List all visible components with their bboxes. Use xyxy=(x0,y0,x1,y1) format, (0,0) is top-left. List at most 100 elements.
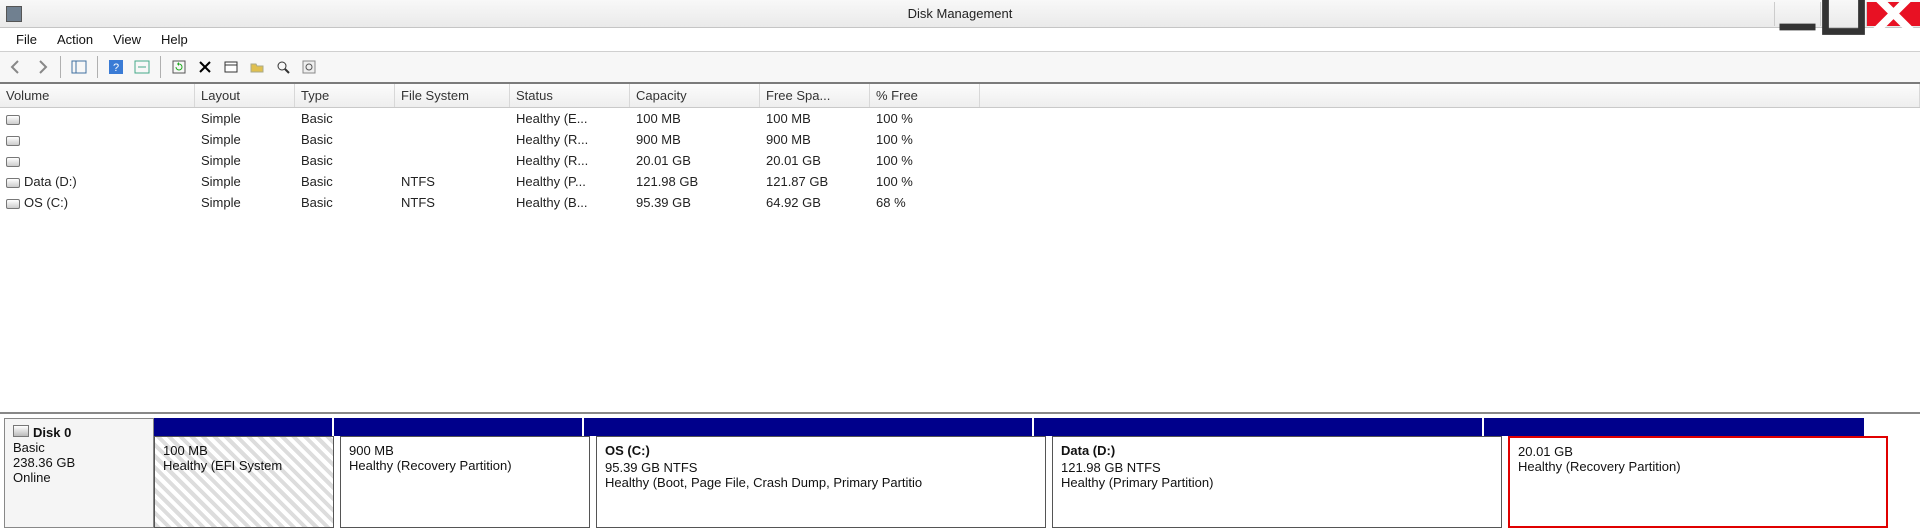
cell-type: Basic xyxy=(295,130,395,149)
col-volume[interactable]: Volume xyxy=(0,84,195,107)
forward-button[interactable] xyxy=(30,55,54,79)
col-capacity[interactable]: Capacity xyxy=(630,84,760,107)
disk-graphical-pane: Disk 0 Basic 238.36 GB Online 100 MBHeal… xyxy=(0,412,1920,532)
cell-status: Healthy (B... xyxy=(510,193,630,212)
explore-button[interactable] xyxy=(271,55,295,79)
settings-button[interactable] xyxy=(297,55,321,79)
svg-text:?: ? xyxy=(113,62,119,74)
cell-fs: NTFS xyxy=(395,193,510,212)
cell-layout: Simple xyxy=(195,193,295,212)
column-headers: Volume Layout Type File System Status Ca… xyxy=(0,84,1920,108)
volume-icon xyxy=(6,199,20,209)
cell-fs xyxy=(395,117,510,121)
cell-free: 20.01 GB xyxy=(760,151,870,170)
delete-button[interactable] xyxy=(193,55,217,79)
back-button[interactable] xyxy=(4,55,28,79)
cell-fs xyxy=(395,159,510,163)
disk-name: Disk 0 xyxy=(33,425,71,440)
menu-action[interactable]: Action xyxy=(47,29,103,50)
cell-free: 900 MB xyxy=(760,130,870,149)
col-free[interactable]: Free Spa... xyxy=(760,84,870,107)
cell-type: Basic xyxy=(295,193,395,212)
cell-volume: OS (C:) xyxy=(24,195,68,210)
cell-capacity: 100 MB xyxy=(630,109,760,128)
close-button[interactable] xyxy=(1866,2,1920,26)
partition-status: Healthy (Primary Partition) xyxy=(1061,475,1493,490)
col-pctfree[interactable]: % Free xyxy=(870,84,980,107)
cell-type: Basic xyxy=(295,172,395,191)
partition[interactable]: 100 MBHealthy (EFI System xyxy=(154,436,334,528)
table-row[interactable]: Data (D:)SimpleBasicNTFSHealthy (P...121… xyxy=(0,171,1920,192)
partition-size: 20.01 GB xyxy=(1518,444,1878,459)
cell-pct: 100 % xyxy=(870,109,980,128)
disk-type: Basic xyxy=(13,440,145,455)
partition[interactable]: 20.01 GBHealthy (Recovery Partition) xyxy=(1508,436,1888,528)
cell-type: Basic xyxy=(295,151,395,170)
cell-fs: NTFS xyxy=(395,172,510,191)
volume-icon xyxy=(6,178,20,188)
col-status[interactable]: Status xyxy=(510,84,630,107)
cell-status: Healthy (R... xyxy=(510,151,630,170)
table-row[interactable]: SimpleBasicHealthy (R...20.01 GB20.01 GB… xyxy=(0,150,1920,171)
cell-volume: Data (D:) xyxy=(24,174,77,189)
properties-button[interactable] xyxy=(219,55,243,79)
maximize-button[interactable] xyxy=(1820,2,1866,26)
table-row[interactable]: SimpleBasicHealthy (R...900 MB900 MB100 … xyxy=(0,129,1920,150)
col-type[interactable]: Type xyxy=(295,84,395,107)
partition-size: 95.39 GB NTFS xyxy=(605,460,1037,475)
table-row[interactable]: SimpleBasicHealthy (E...100 MB100 MB100 … xyxy=(0,108,1920,129)
partition[interactable]: Data (D:) 121.98 GB NTFSHealthy (Primary … xyxy=(1052,436,1502,528)
cell-layout: Simple xyxy=(195,172,295,191)
cell-capacity: 95.39 GB xyxy=(630,193,760,212)
cell-status: Healthy (P... xyxy=(510,172,630,191)
app-icon xyxy=(6,6,22,22)
partition[interactable]: OS (C:)95.39 GB NTFSHealthy (Boot, Page … xyxy=(596,436,1046,528)
cell-capacity: 900 MB xyxy=(630,130,760,149)
show-hide-tree-button[interactable] xyxy=(67,55,91,79)
action-button[interactable] xyxy=(130,55,154,79)
table-row[interactable]: OS (C:) SimpleBasicNTFSHealthy (B...95.39… xyxy=(0,192,1920,213)
refresh-button[interactable] xyxy=(167,55,191,79)
menu-view[interactable]: View xyxy=(103,29,151,50)
cell-free: 64.92 GB xyxy=(760,193,870,212)
partition-status: Healthy (EFI System xyxy=(163,458,325,473)
menu-help[interactable]: Help xyxy=(151,29,198,50)
volume-icon xyxy=(6,157,20,167)
partition-label: Data (D:) xyxy=(1061,443,1493,458)
col-filesystem[interactable]: File System xyxy=(395,84,510,107)
partition-size: 100 MB xyxy=(163,443,325,458)
disk-size: 238.36 GB xyxy=(13,455,145,470)
partition-status: Healthy (Recovery Partition) xyxy=(1518,459,1878,474)
cell-free: 121.87 GB xyxy=(760,172,870,191)
cell-status: Healthy (R... xyxy=(510,130,630,149)
disk-label[interactable]: Disk 0 Basic 238.36 GB Online xyxy=(4,418,154,528)
volume-list: Volume Layout Type File System Status Ca… xyxy=(0,84,1920,412)
partitions: 100 MBHealthy (EFI System900 MBHealthy (… xyxy=(154,436,1916,528)
disk-state: Online xyxy=(13,470,145,485)
menu-bar: File Action View Help xyxy=(0,28,1920,52)
cell-fs xyxy=(395,138,510,142)
cell-capacity: 121.98 GB xyxy=(630,172,760,191)
menu-file[interactable]: File xyxy=(6,29,47,50)
cell-free: 100 MB xyxy=(760,109,870,128)
cell-layout: Simple xyxy=(195,151,295,170)
cell-type: Basic xyxy=(295,109,395,128)
col-spacer xyxy=(980,84,1920,107)
help-button[interactable]: ? xyxy=(104,55,128,79)
cell-pct: 68 % xyxy=(870,193,980,212)
partition[interactable]: 900 MBHealthy (Recovery Partition) xyxy=(340,436,590,528)
disk-icon xyxy=(13,425,29,437)
cell-pct: 100 % xyxy=(870,151,980,170)
col-layout[interactable]: Layout xyxy=(195,84,295,107)
cell-status: Healthy (E... xyxy=(510,109,630,128)
partition-size: 900 MB xyxy=(349,443,581,458)
cell-pct: 100 % xyxy=(870,130,980,149)
cell-layout: Simple xyxy=(195,130,295,149)
partition-strip xyxy=(154,418,1916,436)
open-button[interactable] xyxy=(245,55,269,79)
partition-size: 121.98 GB NTFS xyxy=(1061,460,1493,475)
cell-capacity: 20.01 GB xyxy=(630,151,760,170)
partition-status: Healthy (Boot, Page File, Crash Dump, Pr… xyxy=(605,475,1037,490)
disk-row: Disk 0 Basic 238.36 GB Online 100 MBHeal… xyxy=(4,418,1916,528)
minimize-button[interactable] xyxy=(1774,2,1820,26)
